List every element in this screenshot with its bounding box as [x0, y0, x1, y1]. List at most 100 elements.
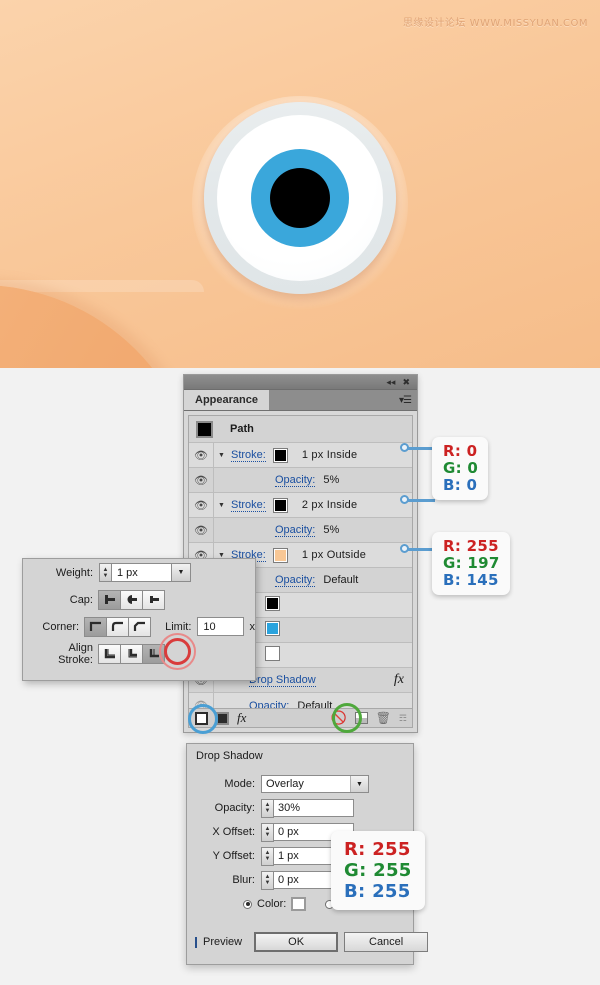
rgb-callout-white: R: 255 G: 255 B: 255	[331, 831, 425, 910]
fill-color-swatch[interactable]	[265, 621, 280, 636]
connector-dot-3	[400, 544, 409, 553]
rgb-r-value: R: 0	[443, 442, 478, 460]
eye-icon: 👁	[194, 474, 208, 487]
weight-label: Weight:	[55, 566, 93, 579]
cap-row: Cap:	[23, 586, 255, 613]
table-row[interactable]: 👁 Opacity: 5%	[189, 518, 412, 543]
fx-icon[interactable]: fx	[394, 672, 412, 688]
weight-stepper[interactable]: ▲ ▼	[99, 563, 112, 582]
panel-tab-filler: ▾☰	[270, 390, 417, 410]
opacity-label: Opacity:	[214, 802, 255, 814]
cap-label: Cap:	[69, 593, 93, 606]
rgb-g-value: G: 197	[443, 554, 500, 572]
opacity-link[interactable]: Opacity:	[275, 524, 316, 537]
visibility-toggle[interactable]: 👁	[189, 468, 214, 492]
fx-menu-icon[interactable]: fx	[237, 710, 246, 726]
connector-dot-2	[400, 495, 409, 504]
blur-stepper[interactable]: ▲ ▼	[261, 870, 274, 890]
miter-join-icon[interactable]	[84, 616, 108, 637]
limit-input[interactable]: 10	[197, 617, 244, 636]
butt-cap-icon[interactable]	[98, 589, 121, 610]
rgb-r-value: R: 255	[443, 537, 499, 555]
tab-appearance[interactable]: Appearance	[184, 390, 270, 410]
limit-label: Limit:	[165, 620, 192, 633]
opacity-value: 5%	[323, 474, 340, 486]
align-stroke-row: Align Stroke:	[23, 640, 255, 667]
collapse-double-arrow-icon[interactable]: ◂◂	[386, 377, 395, 387]
opacity-row: Opacity: ▲ ▼ 30%	[195, 796, 405, 820]
color-radio[interactable]	[243, 899, 252, 909]
visibility-toggle[interactable]: 👁	[189, 443, 214, 467]
opacity-link[interactable]: Opacity:	[275, 474, 316, 487]
mode-value: Overlay	[266, 778, 304, 790]
rgb-callout-orange: R: 255 G: 197 B: 145	[432, 532, 510, 595]
opacity-stepper[interactable]: ▲ ▼	[261, 798, 274, 818]
corner-button-group	[84, 616, 152, 637]
stroke-color-swatch[interactable]	[266, 547, 296, 563]
connector-line-1	[405, 447, 435, 450]
duplicate-item-icon[interactable]	[354, 712, 368, 724]
align-inside-icon[interactable]	[120, 643, 143, 664]
preview-checkbox[interactable]	[195, 936, 197, 948]
align-outside-icon[interactable]	[142, 643, 165, 664]
weight-row: Weight: ▲ ▼ 1 px ▼	[23, 559, 255, 586]
round-cap-icon[interactable]	[120, 589, 143, 610]
resize-grip-icon[interactable]: ☶	[399, 713, 407, 724]
stroke-link[interactable]: Stroke:	[231, 449, 266, 462]
mode-select[interactable]: Overlay ▼	[261, 775, 369, 793]
table-row[interactable]: 👁 ▼ Stroke: 1 px Inside	[189, 443, 412, 468]
eye-pupil	[270, 168, 330, 228]
clear-appearance-icon[interactable]: 🚫	[331, 710, 347, 726]
table-row[interactable]: 👁 ▼ Stroke: 2 px Inside	[189, 493, 412, 518]
add-new-stroke-icon[interactable]	[195, 711, 208, 725]
dialog-button-row: Preview OK Cancel	[195, 930, 429, 954]
chevron-down-icon[interactable]: ▼	[350, 776, 368, 792]
eye-graphic	[186, 92, 414, 312]
drop-shadow-link[interactable]: Drop Shadow	[249, 674, 316, 687]
add-new-fill-icon[interactable]	[216, 711, 229, 725]
stroke-link[interactable]: Stroke:	[231, 499, 266, 512]
stroke-color-swatch[interactable]	[266, 497, 296, 513]
object-fill-swatch[interactable]	[196, 420, 213, 438]
stroke-color-swatch[interactable]	[266, 447, 296, 463]
visibility-toggle[interactable]: 👁	[189, 518, 214, 542]
projecting-cap-icon[interactable]	[142, 589, 165, 610]
appearance-object-row[interactable]: Path	[189, 416, 412, 443]
panel-titlebar: ◂◂ ✖	[184, 375, 417, 390]
rgb-g-value: G: 255	[344, 860, 412, 881]
y-offset-stepper[interactable]: ▲ ▼	[261, 846, 274, 866]
bevel-join-icon[interactable]	[128, 616, 152, 637]
connector-dot-1	[400, 443, 409, 452]
object-swatch-cell	[189, 416, 220, 442]
x-offset-stepper[interactable]: ▲ ▼	[261, 822, 274, 842]
panel-tab-row: Appearance ▾☰	[184, 390, 417, 411]
ok-button[interactable]: OK	[254, 932, 339, 952]
rgb-callout-black: R: 0 G: 0 B: 0	[432, 437, 489, 500]
round-join-icon[interactable]	[106, 616, 130, 637]
cancel-button[interactable]: Cancel	[344, 932, 429, 952]
stroke-options-dialog: Weight: ▲ ▼ 1 px ▼ Cap: Corner: Limit: 1…	[22, 558, 256, 681]
close-icon[interactable]: ✖	[402, 377, 410, 387]
opacity-link[interactable]: Opacity:	[275, 574, 316, 587]
opacity-value: Default	[323, 574, 359, 586]
expand-triangle-icon[interactable]: ▼	[214, 502, 229, 509]
color-label: Color:	[257, 898, 287, 910]
x-offset-label: X Offset:	[212, 826, 255, 838]
tab-appearance-label: Appearance	[195, 394, 258, 406]
visibility-toggle[interactable]: 👁	[189, 493, 214, 517]
table-row[interactable]: 👁 Opacity: 5%	[189, 468, 412, 493]
y-offset-label: Y Offset:	[212, 850, 255, 862]
stroke-value: 1 px Inside	[301, 449, 358, 461]
fill-color-swatch[interactable]	[265, 646, 280, 661]
panel-menu-icon[interactable]: ▾☰	[399, 395, 412, 406]
fill-color-swatch[interactable]	[265, 596, 280, 611]
expand-triangle-icon[interactable]: ▼	[214, 452, 229, 459]
shadow-color-swatch[interactable]	[291, 897, 307, 911]
align-center-icon[interactable]	[98, 643, 121, 664]
weight-dropdown-icon[interactable]: ▼	[172, 563, 191, 582]
corner-label: Corner:	[42, 620, 80, 633]
weight-input[interactable]: 1 px	[112, 563, 172, 582]
limit-unit: x	[249, 620, 256, 633]
opacity-input[interactable]: 30%	[274, 799, 354, 817]
delete-item-icon[interactable]: 🗑	[376, 711, 391, 725]
